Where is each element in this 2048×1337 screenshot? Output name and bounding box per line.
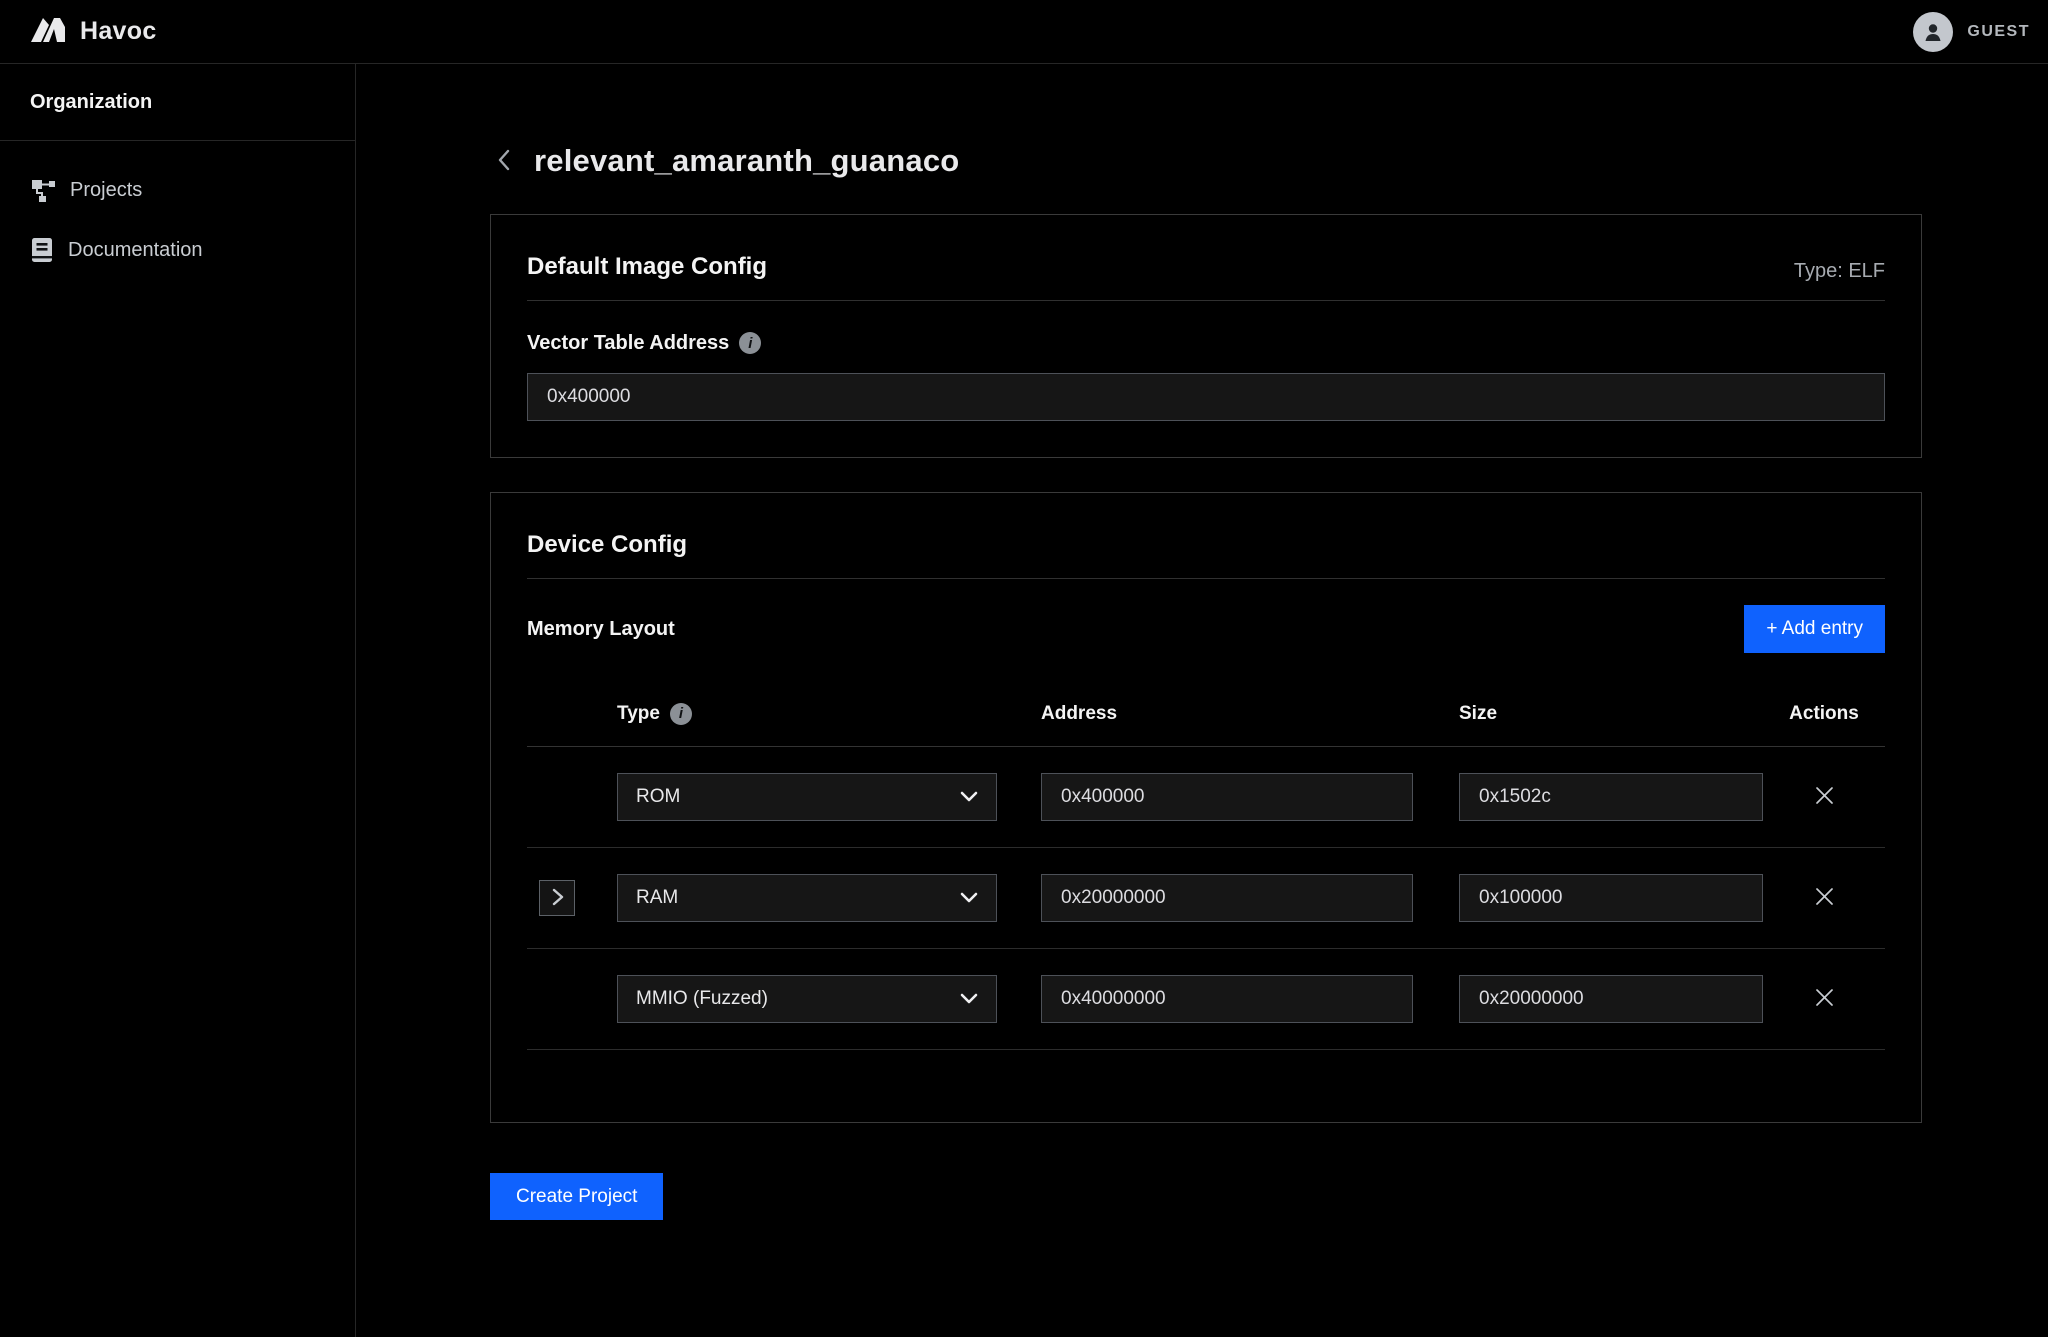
address-input[interactable]: [1041, 773, 1413, 821]
body: Organization Projects: [0, 64, 2048, 1337]
delete-row-button[interactable]: [1808, 779, 1841, 815]
top-bar: Havoc GUEST: [0, 0, 2048, 64]
sidebar-item-label: Documentation: [68, 239, 203, 262]
chevron-down-icon: [960, 786, 978, 808]
person-icon: [1921, 20, 1945, 44]
vector-table-address-input[interactable]: [527, 373, 1885, 421]
table-row: ROM: [527, 747, 1885, 848]
address-input[interactable]: [1041, 874, 1413, 922]
divider: [527, 300, 1885, 301]
header-size: Size: [1459, 703, 1763, 725]
sidebar-nav: Projects Documentation: [0, 141, 355, 274]
table-row: MMIO (Fuzzed): [527, 949, 1885, 1050]
table-header-row: Type i Address Size Actions: [527, 681, 1885, 747]
info-icon[interactable]: i: [670, 703, 692, 725]
chevron-left-icon: [496, 147, 512, 176]
sidebar-item-projects[interactable]: Projects: [0, 166, 355, 214]
sidebar-item-label: Projects: [70, 179, 142, 202]
memory-layout-table: Type i Address Size Actions: [527, 681, 1885, 1050]
brand[interactable]: Havoc: [30, 15, 157, 48]
page-title: relevant_amaranth_guanaco: [534, 143, 959, 179]
avatar[interactable]: [1913, 12, 1953, 52]
guest-label: GUEST: [1967, 23, 2030, 41]
chevron-down-icon: [960, 988, 978, 1010]
address-input[interactable]: [1041, 975, 1413, 1023]
brand-name: Havoc: [80, 17, 157, 46]
memory-layout-row: Memory Layout + Add entry: [527, 605, 1885, 653]
delete-row-button[interactable]: [1808, 880, 1841, 916]
size-input[interactable]: [1459, 975, 1763, 1023]
device-config-card: Device Config Memory Layout + Add entry …: [490, 492, 1922, 1123]
close-icon: [1814, 785, 1835, 809]
card-title: Default Image Config: [527, 251, 767, 283]
close-icon: [1814, 886, 1835, 910]
sidebar-item-documentation[interactable]: Documentation: [0, 226, 355, 274]
table-body: ROM: [527, 747, 1885, 1050]
book-icon: [30, 237, 54, 263]
expand-row-button[interactable]: [539, 880, 575, 916]
header-address: Address: [1041, 703, 1413, 725]
title-row: relevant_amaranth_guanaco: [490, 142, 1922, 180]
tree-icon: [30, 177, 56, 203]
card-head: Default Image Config Type: ELF: [527, 251, 1885, 283]
havoc-logo-icon: [30, 15, 66, 48]
type-select[interactable]: MMIO (Fuzzed): [617, 975, 997, 1023]
divider: [527, 578, 1885, 579]
content: relevant_amaranth_guanaco Default Image …: [490, 142, 1922, 1220]
table-row: RAM: [527, 848, 1885, 949]
app-root: Havoc GUEST Organization: [0, 0, 2048, 1337]
type-select[interactable]: RAM: [617, 874, 997, 922]
chevron-right-icon: [551, 887, 564, 910]
vector-table-address-label: Vector Table Address i: [527, 329, 1885, 357]
chevron-down-icon: [960, 887, 978, 909]
header-type: Type i: [617, 703, 997, 725]
size-input[interactable]: [1459, 773, 1763, 821]
image-type-label: Type: ELF: [1794, 260, 1885, 283]
memory-layout-label: Memory Layout: [527, 618, 675, 641]
card-title: Device Config: [527, 529, 1885, 561]
add-entry-button[interactable]: + Add entry: [1744, 605, 1885, 653]
size-input[interactable]: [1459, 874, 1763, 922]
sidebar-heading-organization: Organization: [0, 64, 355, 140]
header-actions: Actions: [1763, 703, 1885, 725]
main-area: relevant_amaranth_guanaco Default Image …: [356, 64, 2048, 1337]
type-select[interactable]: ROM: [617, 773, 997, 821]
info-icon[interactable]: i: [739, 332, 761, 354]
sidebar: Organization Projects: [0, 64, 356, 1337]
default-image-config-card: Default Image Config Type: ELF Vector Ta…: [490, 214, 1922, 458]
user-menu[interactable]: GUEST: [1913, 12, 2030, 52]
delete-row-button[interactable]: [1808, 981, 1841, 1017]
close-icon: [1814, 987, 1835, 1011]
back-button[interactable]: [490, 147, 512, 176]
create-project-button[interactable]: Create Project: [490, 1173, 663, 1220]
